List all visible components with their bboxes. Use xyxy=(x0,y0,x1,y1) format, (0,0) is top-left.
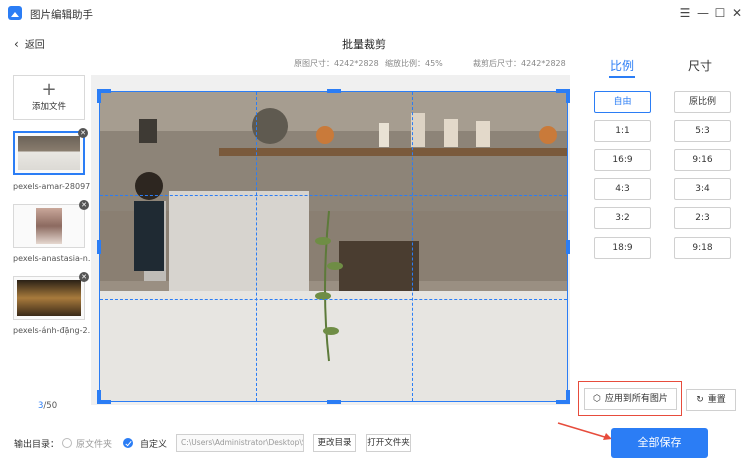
file-name: pexels-anastasia-n... xyxy=(13,254,91,263)
radio-custom-label: 自定义 xyxy=(140,440,168,450)
crop-handle-bl[interactable] xyxy=(97,390,101,404)
chevron-left-icon: ‹ xyxy=(14,36,19,51)
add-file-button[interactable]: + 添加文件 xyxy=(13,75,85,120)
ratio-original-button[interactable]: 原比例 xyxy=(674,91,731,113)
open-folder-button[interactable]: 打开文件夹 xyxy=(366,434,411,452)
change-dir-button[interactable]: 更改目录 xyxy=(313,434,356,452)
remove-file-icon[interactable]: ✕ xyxy=(79,272,89,282)
reset-label: 重置 xyxy=(707,395,726,405)
crop-handle-br[interactable] xyxy=(566,390,570,404)
back-button[interactable]: ‹ 返回 xyxy=(14,36,45,52)
file-name: pexels-amar-28097... xyxy=(13,182,91,191)
tab-underline xyxy=(609,76,635,78)
page-title: 批量裁剪 xyxy=(342,38,386,51)
back-label: 返回 xyxy=(24,40,45,51)
ratio-9-18-button[interactable]: 9:18 xyxy=(674,237,731,259)
crop-grid-line xyxy=(412,92,413,401)
ratio-1-1-button[interactable]: 1:1 xyxy=(594,120,651,142)
radio-original-label: 原文件夹 xyxy=(76,440,113,450)
tab-ratio[interactable]: 比例 xyxy=(610,57,634,74)
remove-file-icon[interactable]: ✕ xyxy=(78,128,88,138)
maximize-icon[interactable]: ☐ xyxy=(713,6,727,20)
radio-original-folder[interactable] xyxy=(62,438,72,448)
minimize-icon[interactable]: — xyxy=(696,6,710,20)
ratio-9-16-button[interactable]: 9:16 xyxy=(674,149,731,171)
crop-handle-left[interactable] xyxy=(97,240,101,254)
crop-handle-tl[interactable] xyxy=(97,89,101,103)
page-total: /50 xyxy=(43,401,58,411)
ratio-18-9-button[interactable]: 18:9 xyxy=(594,237,651,259)
cropped-size-text: 裁剪后尺寸：4242*2828 xyxy=(473,59,566,68)
crop-handle-top[interactable] xyxy=(327,89,341,93)
ratio-free-button[interactable]: 自由 xyxy=(594,91,651,113)
title-bar: 图片编辑助手 ☰ — ☐ ✕ xyxy=(0,0,750,28)
ratio-16-9-button[interactable]: 16:9 xyxy=(594,149,651,171)
ratio-4-3-button[interactable]: 4:3 xyxy=(594,178,651,200)
thumbnail-image xyxy=(17,280,81,316)
crop-grid-line xyxy=(256,92,257,401)
file-name: pexels-ánh-đặng-2... xyxy=(13,326,91,335)
tab-size[interactable]: 尺寸 xyxy=(688,57,712,74)
file-thumbnail[interactable]: ✕ xyxy=(13,272,89,320)
crop-handle-bottom[interactable] xyxy=(327,400,341,404)
crop-grid-line xyxy=(100,195,567,196)
radio-custom[interactable] xyxy=(123,438,133,448)
output-dir-label: 输出目录： xyxy=(14,440,60,450)
app-title: 图片编辑助手 xyxy=(30,9,93,21)
app-logo-icon xyxy=(8,6,22,20)
crop-handle-tr[interactable] xyxy=(566,89,570,103)
add-file-label: 添加文件 xyxy=(31,102,66,112)
ratio-2-3-button[interactable]: 2:3 xyxy=(674,207,731,229)
cube-icon: ⬡ xyxy=(593,394,601,404)
output-path-input[interactable]: C:\Users\Administrator\Desktop\S xyxy=(176,434,304,452)
plus-icon: + xyxy=(41,79,57,100)
zoom-text: 缩放比例：45% xyxy=(385,59,443,68)
ratio-3-4-button[interactable]: 3:4 xyxy=(674,178,731,200)
refresh-icon: ↻ xyxy=(696,395,704,405)
ratio-5-3-button[interactable]: 5:3 xyxy=(674,120,731,142)
reset-button[interactable]: ↻ 重置 xyxy=(686,389,736,411)
ratio-3-2-button[interactable]: 3:2 xyxy=(594,207,651,229)
file-thumbnail[interactable]: ✕ xyxy=(13,200,89,248)
save-all-button[interactable]: 全部保存 xyxy=(611,428,708,458)
thumbnail-image xyxy=(36,208,62,244)
apply-all-label: 应用到所有图片 xyxy=(604,394,668,404)
crop-grid-line xyxy=(100,299,567,300)
crop-handle-right[interactable] xyxy=(566,240,570,254)
close-icon[interactable]: ✕ xyxy=(730,6,744,20)
menu-icon[interactable]: ☰ xyxy=(678,6,692,20)
page-count: 3/50 xyxy=(38,401,57,411)
crop-frame[interactable] xyxy=(97,89,570,404)
original-size-text: 原图尺寸：4242*2828 xyxy=(294,59,379,68)
thumbnail-image xyxy=(18,136,80,170)
apply-all-button[interactable]: ⬡ 应用到所有图片 xyxy=(584,388,677,410)
file-thumbnail[interactable]: ✕ xyxy=(13,128,88,175)
remove-file-icon[interactable]: ✕ xyxy=(79,200,89,210)
arrow-annotation xyxy=(557,422,612,440)
